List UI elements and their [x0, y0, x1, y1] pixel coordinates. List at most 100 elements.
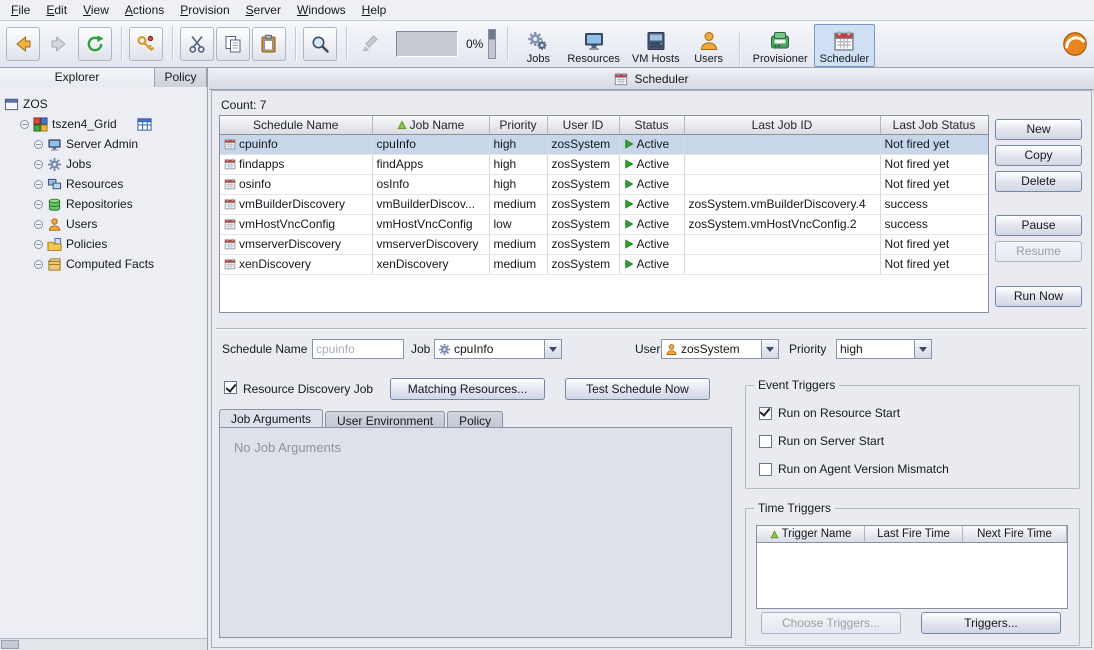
menu-item-server[interactable]: Server — [238, 1, 289, 19]
cell-job-name[interactable]: findApps — [372, 154, 489, 174]
column-header-job-name[interactable]: Job Name — [372, 116, 489, 134]
tree-expand-handle[interactable] — [34, 240, 43, 249]
column-header-status[interactable]: Status — [619, 116, 684, 134]
paste-button[interactable] — [252, 27, 286, 61]
cell-priority[interactable]: high — [489, 174, 547, 194]
menu-item-windows[interactable]: Windows — [289, 1, 354, 19]
menu-item-view[interactable]: View — [75, 1, 117, 19]
cell-priority[interactable]: high — [489, 154, 547, 174]
test-schedule-now-button[interactable]: Test Schedule Now — [565, 378, 710, 400]
copy-button[interactable] — [216, 27, 250, 61]
toolbar-scheduler-button[interactable]: Scheduler — [814, 24, 876, 67]
choose-triggers-button[interactable]: Choose Triggers... — [761, 612, 901, 634]
tree-item-repositories[interactable]: Repositories — [0, 194, 207, 214]
tree-item-tszen4-grid[interactable]: tszen4_Grid — [0, 114, 207, 134]
table-row[interactable]: xenDiscoveryxenDiscoverymediumzosSystemA… — [220, 254, 988, 274]
time-triggers-table-body[interactable] — [757, 543, 1067, 608]
menu-item-provision[interactable]: Provision — [172, 1, 237, 19]
chevron-down-icon[interactable] — [914, 340, 931, 358]
cell-last-job-id[interactable] — [684, 254, 880, 274]
cell-priority[interactable]: medium — [489, 254, 547, 274]
cell-status[interactable]: Active — [619, 174, 684, 194]
cell-priority[interactable]: medium — [489, 234, 547, 254]
tree-expand-handle[interactable] — [34, 160, 43, 169]
back-button[interactable] — [6, 27, 40, 61]
cell-last-job-status[interactable]: Not fired yet — [880, 134, 988, 154]
menu-item-actions[interactable]: Actions — [117, 1, 172, 19]
column-header-priority[interactable]: Priority — [489, 116, 547, 134]
tree-item-resources[interactable]: Resources — [0, 174, 207, 194]
table-row[interactable]: vmserverDiscoveryvmserverDiscoverymedium… — [220, 234, 988, 254]
cell-user-id[interactable]: zosSystem — [547, 194, 619, 214]
cell-last-job-status[interactable]: success — [880, 194, 988, 214]
cell-last-job-status[interactable]: success — [880, 214, 988, 234]
cell-job-name[interactable]: cpuInfo — [372, 134, 489, 154]
cell-user-id[interactable]: zosSystem — [547, 134, 619, 154]
toolbar-provisioner-button[interactable]: Provisioner — [747, 24, 814, 67]
time-trigger-column-trigger-name[interactable]: Trigger Name — [757, 526, 865, 543]
cell-status[interactable]: Active — [619, 154, 684, 174]
edit-button[interactable] — [354, 27, 388, 61]
toolbar-resources-button[interactable]: Resources — [561, 24, 626, 67]
table-row[interactable]: vmBuilderDiscoveryvmBuilderDiscov...medi… — [220, 194, 988, 214]
menu-item-edit[interactable]: Edit — [38, 1, 75, 19]
menu-item-help[interactable]: Help — [354, 1, 395, 19]
resume-button[interactable]: Resume — [995, 241, 1082, 262]
tree-item-policies[interactable]: Policies — [0, 234, 207, 254]
cell-schedule-name[interactable]: osinfo — [220, 174, 372, 194]
priority-combobox[interactable]: high — [836, 339, 932, 359]
cell-last-job-id[interactable] — [684, 134, 880, 154]
cell-job-name[interactable]: vmBuilderDiscov... — [372, 194, 489, 214]
cell-job-name[interactable]: vmserverDiscovery — [372, 234, 489, 254]
cell-last-job-status[interactable]: Not fired yet — [880, 174, 988, 194]
table-row[interactable]: osinfoosInfohighzosSystemActiveNot fired… — [220, 174, 988, 194]
cell-last-job-id[interactable] — [684, 154, 880, 174]
cell-user-id[interactable]: zosSystem — [547, 174, 619, 194]
cell-priority[interactable]: low — [489, 214, 547, 234]
run-on-agent-version-mismatch-checkbox[interactable] — [759, 463, 772, 476]
column-header-last-job-id[interactable]: Last Job ID — [684, 116, 880, 134]
search-button[interactable] — [303, 27, 337, 61]
table-row[interactable]: vmHostVncConfigvmHostVncConfiglowzosSyst… — [220, 214, 988, 234]
triggers-button[interactable]: Triggers... — [921, 612, 1061, 634]
cell-status[interactable]: Active — [619, 194, 684, 214]
refresh-button[interactable] — [78, 27, 112, 61]
cell-schedule-name[interactable]: vmserverDiscovery — [220, 234, 372, 254]
run-on-server-start-checkbox[interactable] — [759, 435, 772, 448]
time-trigger-column-next-fire-time[interactable]: Next Fire Time — [963, 526, 1067, 543]
tree-item-zos[interactable]: ZOS — [0, 94, 207, 114]
table-row[interactable]: findappsfindAppshighzosSystemActiveNot f… — [220, 154, 988, 174]
sidebar-tab-explorer[interactable]: Explorer — [0, 68, 155, 87]
pause-button[interactable]: Pause — [995, 215, 1082, 236]
tab-policy[interactable]: Policy — [447, 411, 503, 427]
sidebar-horizontal-scrollbar[interactable] — [0, 638, 207, 650]
tree-item-users[interactable]: Users — [0, 214, 207, 234]
cell-last-job-id[interactable] — [684, 174, 880, 194]
cell-last-job-id[interactable]: zosSystem.vmBuilderDiscovery.4 — [684, 194, 880, 214]
scrollbar-thumb[interactable] — [1, 640, 19, 649]
column-header-schedule-name[interactable]: Schedule Name — [220, 116, 372, 134]
column-header-user-id[interactable]: User ID — [547, 116, 619, 134]
tree-expand-handle[interactable] — [34, 200, 43, 209]
user-combobox[interactable]: zosSystem — [661, 339, 779, 359]
cell-last-job-status[interactable]: Not fired yet — [880, 254, 988, 274]
cell-user-id[interactable]: zosSystem — [547, 234, 619, 254]
tab-user-environment[interactable]: User Environment — [325, 411, 445, 427]
tree-item-computed-facts[interactable]: Computed Facts — [0, 254, 207, 274]
cell-schedule-name[interactable]: vmBuilderDiscovery — [220, 194, 372, 214]
cell-last-job-status[interactable]: Not fired yet — [880, 154, 988, 174]
run-on-resource-start-checkbox[interactable] — [759, 407, 772, 420]
cell-last-job-id[interactable] — [684, 234, 880, 254]
cell-priority[interactable]: high — [489, 134, 547, 154]
cell-schedule-name[interactable]: vmHostVncConfig — [220, 214, 372, 234]
cell-job-name[interactable]: xenDiscovery — [372, 254, 489, 274]
column-header-last-job-status[interactable]: Last Job Status — [880, 116, 988, 134]
tree-item-server-admin[interactable]: Server Admin — [0, 134, 207, 154]
run-now-button[interactable]: Run Now — [995, 286, 1082, 307]
cell-status[interactable]: Active — [619, 234, 684, 254]
delete-button[interactable]: Delete — [995, 171, 1082, 192]
cell-status[interactable]: Active — [619, 134, 684, 154]
chevron-down-icon[interactable] — [544, 340, 561, 358]
cut-button[interactable] — [180, 27, 214, 61]
cell-schedule-name[interactable]: cpuinfo — [220, 134, 372, 154]
